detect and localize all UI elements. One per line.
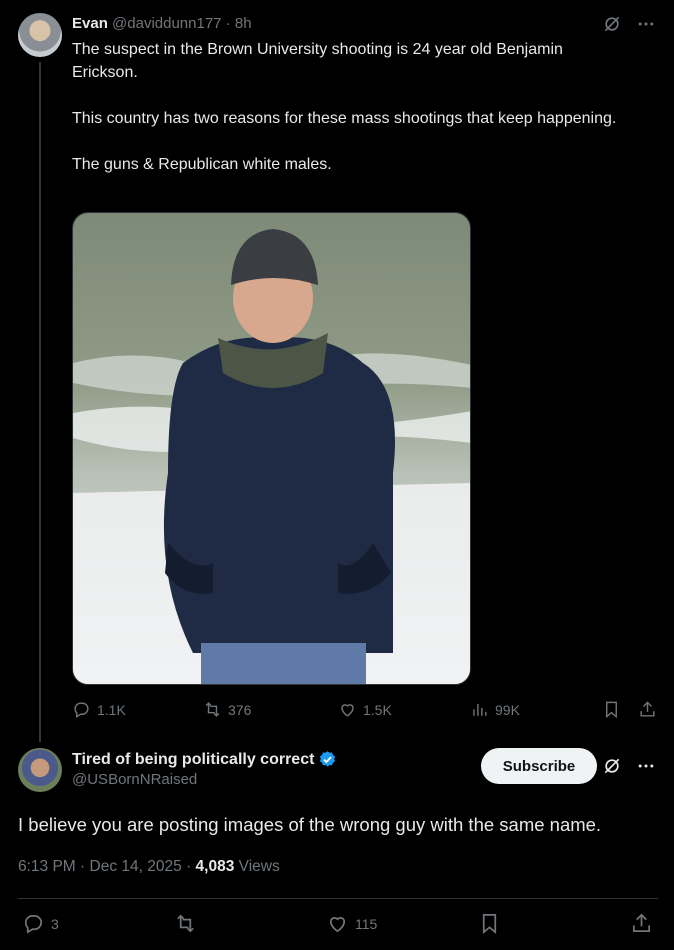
author-name[interactable]: Evan xyxy=(72,15,108,32)
avatar[interactable] xyxy=(18,748,62,792)
tweet-header: Evan @daviddunn177 · 8h xyxy=(72,14,252,34)
timestamp[interactable]: 8h xyxy=(235,15,252,32)
like-button[interactable]: 115 xyxy=(326,912,377,935)
tweet-action-bar: 1.1K 376 1.5K 99K xyxy=(72,700,662,722)
divider xyxy=(18,898,658,899)
like-button[interactable]: 1.5K xyxy=(338,700,392,719)
tweet-header-actions xyxy=(602,14,656,34)
views-icon xyxy=(473,703,487,716)
repost-icon xyxy=(177,914,194,933)
views-button[interactable]: 99K xyxy=(470,700,520,719)
separator: · xyxy=(80,858,86,875)
heart-icon xyxy=(329,917,346,933)
verified-badge-icon xyxy=(320,751,336,767)
repost-icon xyxy=(205,702,220,717)
like-count: 1.5K xyxy=(363,701,392,718)
thread-connector-line xyxy=(39,62,41,742)
repost-button[interactable]: 376 xyxy=(203,700,251,719)
more-icon[interactable] xyxy=(636,14,656,34)
reply-time[interactable]: 6:13 PM xyxy=(18,858,76,875)
reply-button[interactable]: 3 xyxy=(22,912,59,935)
bookmark-button[interactable] xyxy=(478,912,501,935)
reply-text: I believe you are posting images of the … xyxy=(18,814,602,835)
reply-count: 3 xyxy=(51,915,59,932)
bookmark-icon xyxy=(482,914,497,934)
share-button[interactable] xyxy=(638,700,657,719)
repost-button[interactable] xyxy=(174,912,197,935)
photo-image xyxy=(73,213,470,684)
tweet-photo[interactable] xyxy=(72,212,471,685)
reply-author-row: Tired of being politically correct xyxy=(72,750,337,769)
tweet-paragraph: The suspect in the Brown University shoo… xyxy=(72,41,563,81)
bookmark-icon xyxy=(606,701,617,719)
views-count: 99K xyxy=(495,701,520,718)
like-count: 115 xyxy=(355,915,378,932)
grok-icon[interactable] xyxy=(602,756,622,776)
reply-header: Tired of being politically correct @USBo… xyxy=(72,750,337,788)
reply-icon xyxy=(24,914,43,934)
repost-count: 376 xyxy=(228,701,252,718)
reply-author-handle[interactable]: @USBornNRaised xyxy=(72,771,337,788)
reply-count: 1.1K xyxy=(97,701,126,718)
reply-action-bar: 3 115 xyxy=(18,912,658,938)
bookmark-button[interactable] xyxy=(602,700,621,719)
share-icon xyxy=(640,701,655,717)
reply-button[interactable]: 1.1K xyxy=(72,700,126,719)
tweet-paragraph: This country has two reasons for these m… xyxy=(72,110,617,127)
avatar[interactable] xyxy=(18,13,62,57)
author-handle[interactable]: @daviddunn177 xyxy=(112,15,221,32)
share-icon xyxy=(632,913,651,933)
reply-author-name[interactable]: Tired of being politically correct xyxy=(72,751,314,769)
heart-icon xyxy=(341,704,354,717)
subscribe-button[interactable]: Subscribe xyxy=(481,748,597,784)
separator: · xyxy=(225,15,231,32)
share-button[interactable] xyxy=(630,912,653,935)
reply-header-actions xyxy=(602,756,656,776)
reply-date[interactable]: Dec 14, 2025 xyxy=(90,858,182,875)
reply-meta: 6:13 PM · Dec 14, 2025 · 4,083 Views xyxy=(18,858,280,876)
separator: · xyxy=(186,858,192,875)
reply-icon xyxy=(74,702,89,718)
tweet-text: The suspect in the Brown University shoo… xyxy=(72,38,632,176)
tweet-paragraph: The guns & Republican white males. xyxy=(72,156,332,173)
reply-views-label: Views xyxy=(238,858,280,875)
grok-icon[interactable] xyxy=(602,14,622,34)
more-icon[interactable] xyxy=(636,756,656,776)
reply-views-count: 4,083 xyxy=(195,858,235,875)
